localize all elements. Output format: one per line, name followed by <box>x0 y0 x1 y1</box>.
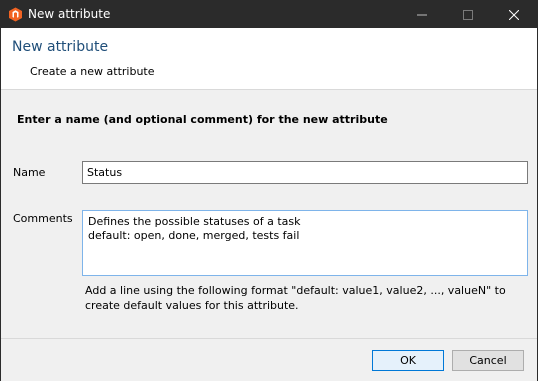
app-logo-icon <box>8 7 23 22</box>
close-icon <box>509 9 519 20</box>
maximize-icon <box>463 9 473 20</box>
instruction-text: Enter a name (and optional comment) for … <box>17 113 388 126</box>
name-label: Name <box>13 166 46 179</box>
maximize-button[interactable] <box>445 1 491 28</box>
close-button[interactable] <box>491 1 537 28</box>
dialog-header: New attribute Create a new attribute <box>1 28 537 90</box>
format-hint: Add a line using the following format "d… <box>85 284 506 312</box>
minimize-button[interactable] <box>399 1 445 28</box>
minimize-icon <box>417 14 427 15</box>
window-title: New attribute <box>28 7 111 21</box>
comments-textarea[interactable]: Defines the possible statuses of a task … <box>82 210 528 276</box>
ok-button[interactable]: OK <box>372 350 444 371</box>
cancel-button[interactable]: Cancel <box>452 350 524 371</box>
title-bar[interactable]: New attribute <box>1 1 537 28</box>
dialog-footer: OK Cancel <box>1 338 537 381</box>
header-subtitle: Create a new attribute <box>30 65 155 78</box>
comments-label: Comments <box>13 212 73 225</box>
header-title: New attribute <box>12 39 109 55</box>
new-attribute-dialog: New attribute New attribute Create a new… <box>0 0 538 381</box>
name-input[interactable]: Status <box>82 161 528 184</box>
